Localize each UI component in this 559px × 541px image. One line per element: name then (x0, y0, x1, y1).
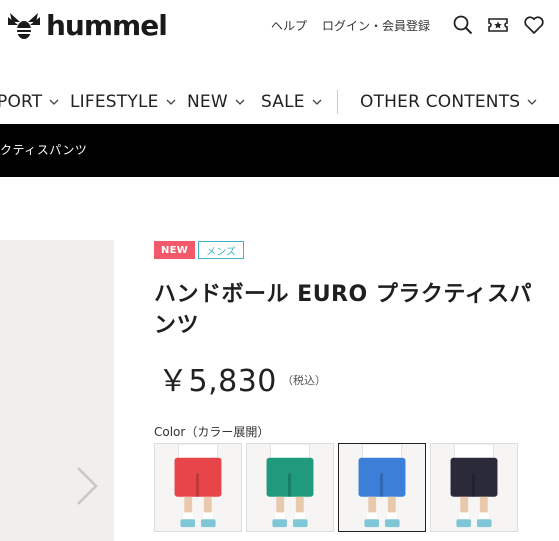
color-swatch-green[interactable] (246, 443, 334, 532)
chevron-down-icon (235, 99, 245, 105)
nav-divider (337, 90, 338, 114)
new-badge: NEW (154, 241, 196, 259)
product-title: ハンドボール EURO プラクティスパンツ (154, 282, 533, 338)
nav-item-sale[interactable]: SALE (261, 92, 322, 112)
product-price: ￥5,830 (158, 364, 277, 399)
chevron-down-icon (166, 99, 176, 105)
tax-note: （税込） (282, 374, 326, 387)
search-icon[interactable] (452, 14, 474, 36)
nav-item-label: LIFESTYLE (70, 92, 159, 112)
nav-item-other-contents[interactable]: OTHER CONTENTS (360, 92, 537, 112)
color-swatch-blue[interactable] (338, 443, 426, 532)
color-swatch-dark[interactable] (430, 443, 518, 532)
chevron-down-icon (312, 99, 322, 105)
login-register-link[interactable]: ログイン・会員登録 (322, 17, 430, 34)
nav-item-label: OTHER CONTENTS (360, 92, 521, 112)
heart-icon[interactable] (523, 14, 545, 36)
help-link[interactable]: ヘルプ (271, 17, 307, 34)
swatch-thumbnail (450, 444, 498, 528)
hummel-logo-link[interactable]: hummel (6, 9, 168, 42)
breadcrumb-current: クティスパンツ (0, 143, 88, 157)
hummel-bee-icon (8, 13, 40, 39)
chevron-right-icon[interactable] (72, 466, 100, 506)
category-badge: メンズ (198, 241, 244, 259)
swatch-thumbnail (358, 444, 406, 528)
logo-text: hummel (46, 9, 168, 42)
nav-item-sport[interactable]: PORT (0, 92, 59, 112)
product-badges: NEW メンズ (154, 241, 244, 259)
nav-item-label: SALE (261, 92, 305, 112)
nav-item-new[interactable]: NEW (187, 92, 245, 112)
ticket-star-icon[interactable] (487, 14, 509, 36)
color-label: Color（カラー展開） (154, 425, 270, 439)
site-header: hummel ヘルプ ログイン・会員登録 (0, 0, 559, 56)
nav-item-label: PORT (0, 92, 43, 112)
global-nav: PORT LIFESTYLE NEW SALE OTHER CONTENTS (0, 82, 559, 122)
swatch-thumbnail (266, 444, 314, 528)
nav-item-lifestyle[interactable]: LIFESTYLE (70, 92, 176, 112)
chevron-down-icon (527, 99, 537, 105)
nav-item-label: NEW (187, 92, 228, 112)
color-swatch-red[interactable] (154, 443, 242, 532)
swatch-thumbnail (174, 444, 222, 528)
breadcrumb: クティスパンツ (0, 124, 559, 177)
chevron-down-icon (49, 99, 59, 105)
